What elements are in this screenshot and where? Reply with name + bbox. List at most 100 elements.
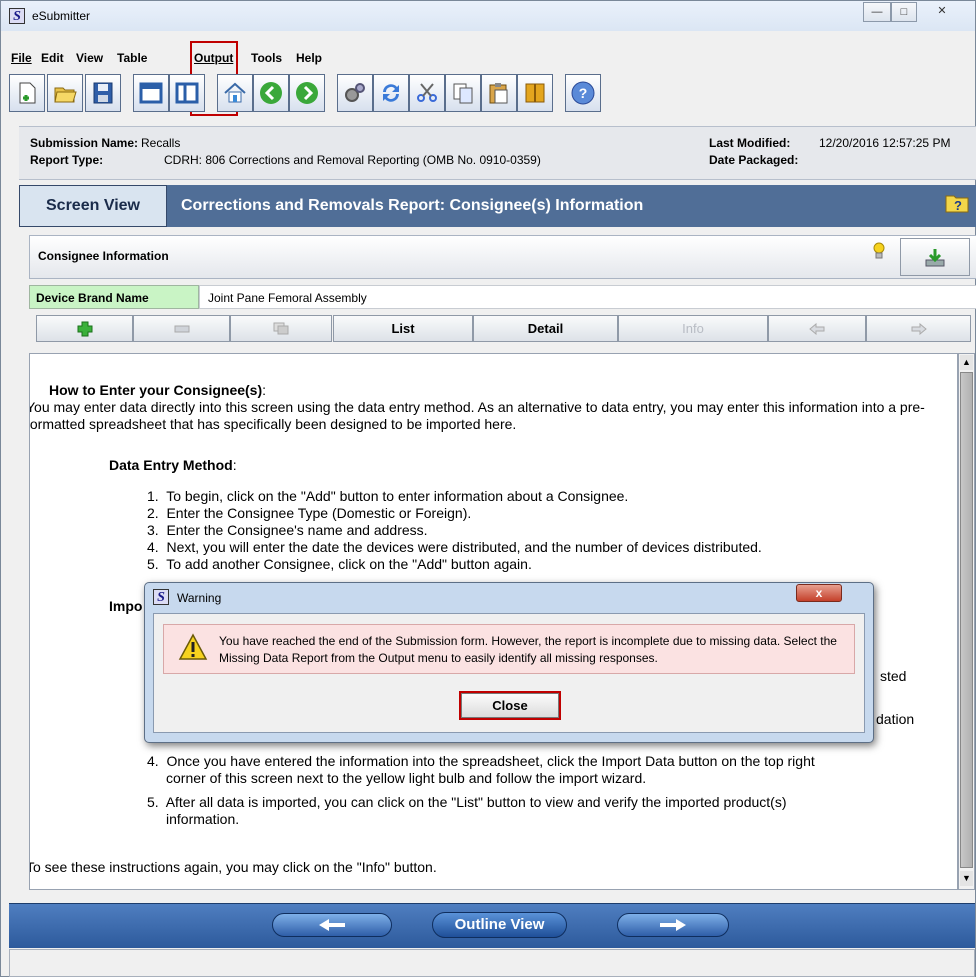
cut-button[interactable]: [409, 74, 445, 112]
submission-name-value: Recalls: [141, 136, 181, 150]
submission-name-label: Submission Name:: [30, 136, 139, 150]
arrow-right-icon: [911, 322, 927, 336]
forward-icon: [296, 82, 318, 104]
data-entry-step: 5. To add another Consignee, click on th…: [147, 556, 532, 572]
record-nav-buttons: List Detail Info: [36, 315, 971, 343]
package-icon: [525, 83, 545, 103]
copy-icon: [453, 83, 473, 104]
save-button[interactable]: [85, 74, 121, 112]
package-button[interactable]: [517, 74, 553, 112]
menu-tools[interactable]: Tools: [251, 51, 282, 65]
data-entry-step: 2. Enter the Consignee Type (Domestic or…: [147, 505, 472, 521]
previous-record-button[interactable]: [768, 315, 866, 342]
screen-header: Screen View Corrections and Removals Rep…: [19, 185, 976, 227]
submission-info-bar: Submission Name: Recalls Report Type: CD…: [19, 126, 976, 180]
warning-message: You have reached the end of the Submissi…: [219, 634, 837, 665]
open-button[interactable]: [47, 74, 83, 112]
vertical-scrollbar[interactable]: ▲ ▼: [958, 353, 975, 890]
scroll-up-arrow[interactable]: ▲: [960, 355, 973, 370]
refresh-icon: [383, 84, 399, 102]
app-window: S eSubmitter — □ ✕ File Edit View Table …: [0, 0, 976, 977]
outline-view-button[interactable]: Outline View: [432, 912, 567, 938]
arrow-left-icon: [809, 322, 825, 336]
minimize-button[interactable]: —: [863, 2, 891, 22]
copy-button[interactable]: [445, 74, 481, 112]
maximize-button[interactable]: □: [891, 2, 917, 22]
last-modified-label: Last Modified:: [709, 136, 791, 150]
menu-bar: File Edit View Table Output Tools Help: [1, 46, 975, 68]
import-step-cont: corner of this screen next to the yellow…: [166, 770, 647, 786]
new-document-button[interactable]: [9, 74, 45, 112]
dialog-logo: S: [153, 589, 169, 605]
svg-text:?: ?: [954, 198, 962, 213]
settings-button[interactable]: [337, 74, 373, 112]
help-icon: ?: [571, 81, 595, 105]
dialog-close-x-button[interactable]: x: [796, 584, 842, 602]
last-modified-value: 12/20/2016 12:57:25 PM: [819, 136, 951, 150]
add-button[interactable]: [36, 315, 133, 342]
dialog-title: Warning: [177, 591, 222, 605]
arrow-right-icon: [660, 919, 686, 931]
data-entry-heading: Data Entry Method:: [109, 457, 237, 473]
screen-view-tab[interactable]: Screen View: [19, 185, 167, 227]
window-button[interactable]: [133, 74, 169, 112]
menu-edit[interactable]: Edit: [41, 51, 64, 65]
menu-help[interactable]: Help: [296, 51, 322, 65]
import-icon: [925, 249, 945, 267]
import-step-cont: information.: [166, 811, 240, 827]
app-logo: S: [9, 8, 25, 24]
new-document-icon: [19, 82, 36, 104]
instructions-intro: You may enter data directly into this sc…: [29, 399, 925, 432]
device-brand-value: Joint Pane Femoral Assembly: [199, 285, 976, 309]
save-icon: [93, 82, 113, 104]
panel-icon: [175, 82, 199, 104]
help-folder-icon[interactable]: ?: [944, 191, 970, 213]
title-bar: S eSubmitter — □ ✕: [1, 1, 975, 31]
back-button[interactable]: [253, 74, 289, 112]
consignee-section-title: Consignee Information: [38, 249, 169, 263]
report-type-value: CDRH: 806 Corrections and Removal Report…: [164, 153, 541, 167]
warning-icon: [178, 633, 208, 660]
obscured-text: sted: [880, 668, 907, 684]
warning-message-box: You have reached the end of the Submissi…: [163, 624, 855, 674]
home-icon: [224, 82, 246, 103]
scroll-down-arrow[interactable]: ▼: [960, 871, 973, 886]
panel-button[interactable]: [169, 74, 205, 112]
next-screen-button[interactable]: [617, 913, 729, 937]
settings-icon: [345, 83, 365, 102]
import-step: 5. After all data is imported, you can c…: [147, 794, 787, 810]
info-button[interactable]: Info: [618, 315, 768, 342]
menu-view[interactable]: View: [76, 51, 103, 65]
status-bar: [9, 949, 975, 977]
data-entry-step: 4. Next, you will enter the date the dev…: [147, 539, 762, 555]
svg-text:?: ?: [579, 85, 588, 101]
next-record-button[interactable]: [866, 315, 971, 342]
open-folder-icon: [54, 87, 77, 103]
paste-button[interactable]: [481, 74, 517, 112]
back-icon: [260, 82, 282, 104]
import-data-button[interactable]: [900, 238, 970, 276]
paste-icon: [489, 83, 508, 104]
menu-table[interactable]: Table: [117, 51, 147, 65]
refresh-button[interactable]: [373, 74, 409, 112]
minus-icon: [174, 325, 189, 333]
data-entry-step: 1. To begin, click on the "Add" button t…: [147, 488, 629, 504]
plus-icon: [77, 321, 92, 337]
forward-button[interactable]: [289, 74, 325, 112]
close-window-button[interactable]: ✕: [917, 2, 967, 22]
import-heading: Impo: [109, 598, 143, 614]
list-button[interactable]: List: [333, 315, 473, 342]
report-type-label: Report Type:: [30, 153, 104, 167]
light-bulb-icon[interactable]: [872, 242, 886, 260]
home-button[interactable]: [217, 74, 253, 112]
copy-record-icon: [273, 322, 289, 335]
scroll-thumb[interactable]: [960, 372, 973, 868]
menu-file[interactable]: File: [11, 51, 32, 65]
help-button[interactable]: ?: [565, 74, 601, 112]
arrow-left-icon: [319, 919, 345, 931]
instructions-footer: To see these instructions again, you may…: [29, 859, 437, 875]
copy-record-button[interactable]: [230, 315, 332, 342]
remove-button[interactable]: [133, 315, 230, 342]
previous-screen-button[interactable]: [272, 913, 392, 937]
detail-button[interactable]: Detail: [473, 315, 618, 342]
